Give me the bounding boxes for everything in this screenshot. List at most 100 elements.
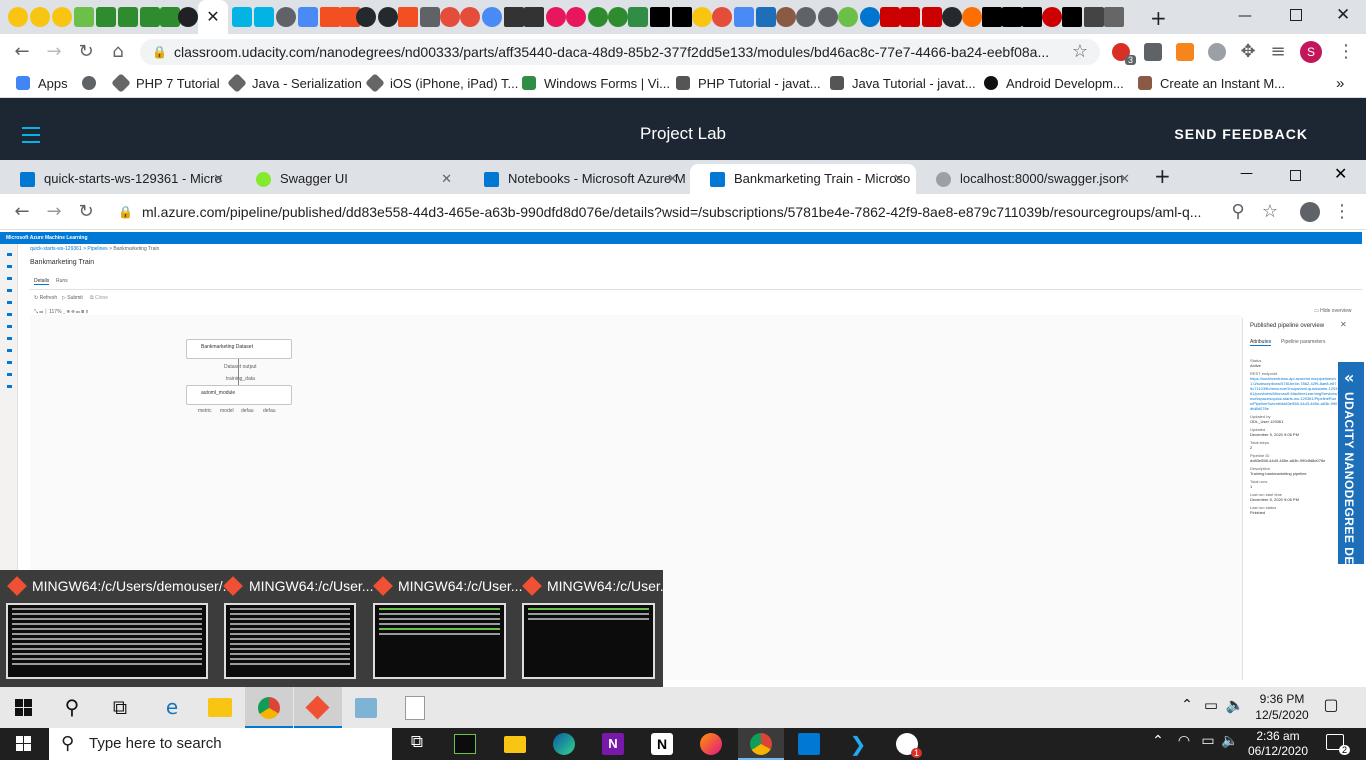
tab-icon[interactable] xyxy=(1084,7,1104,27)
git-bash-taskbar-item[interactable] xyxy=(294,687,342,728)
tab-icon[interactable] xyxy=(588,7,608,27)
nav-icon[interactable] xyxy=(7,385,12,388)
tab-attributes[interactable]: Attributes xyxy=(1250,339,1272,346)
notion-icon[interactable]: N xyxy=(651,733,673,755)
inner-tab[interactable]: Swagger UI ✕ xyxy=(236,164,464,194)
tab-icon[interactable] xyxy=(420,7,440,27)
start-icon[interactable] xyxy=(15,699,32,716)
bookmark-php7[interactable]: PHP 7 Tutorial xyxy=(111,73,220,93)
battery-icon[interactable]: ▭ xyxy=(1198,733,1218,749)
search-icon[interactable]: ⚲ xyxy=(58,695,86,719)
tab-icon[interactable] xyxy=(1062,7,1082,27)
zoom-icon[interactable]: ⚲ xyxy=(1226,200,1250,224)
tab-icon[interactable] xyxy=(628,7,648,27)
tab-icon[interactable] xyxy=(650,7,670,27)
forward-icon[interactable]: → xyxy=(42,200,66,224)
bookmark-java-tutorial[interactable]: Java Tutorial - javat... xyxy=(830,75,976,93)
tab-icon[interactable] xyxy=(524,7,544,27)
media-icon[interactable]: ≡ xyxy=(1266,40,1290,64)
refresh-button[interactable]: ↻ Refresh xyxy=(34,295,57,301)
back-icon[interactable]: ← xyxy=(10,40,34,64)
terminal-thumbnail[interactable] xyxy=(224,603,356,679)
network-icon[interactable]: ▭ xyxy=(1200,696,1222,714)
minimize-icon[interactable]: — xyxy=(1238,8,1252,24)
show-hidden-icons[interactable]: ⌃ xyxy=(1176,697,1198,713)
bookmark-java-serialization[interactable]: Java - Serialization xyxy=(227,73,362,93)
tab-icon[interactable] xyxy=(1022,7,1042,27)
google-tab-icon[interactable] xyxy=(178,7,198,27)
tab-close-icon[interactable]: ✕ xyxy=(893,164,904,194)
nav-icon[interactable] xyxy=(7,265,12,268)
tab-close-icon[interactable]: ✕ xyxy=(667,164,678,194)
notepad-icon[interactable] xyxy=(405,696,425,720)
github-tab-icon[interactable] xyxy=(378,7,398,27)
tab-icon[interactable] xyxy=(460,7,480,27)
udacity-tab-icon[interactable] xyxy=(30,7,50,27)
bookmark-star-icon[interactable]: ☆ xyxy=(1258,200,1282,224)
nav-icon[interactable] xyxy=(7,277,12,280)
remote-desktop-icon[interactable] xyxy=(798,733,820,755)
hide-overview-button[interactable]: ▭ Hide overview xyxy=(1314,308,1352,314)
clone-button[interactable]: ⧉ Clone xyxy=(90,295,108,301)
bookmark-php-tutorial[interactable]: PHP Tutorial - javat... xyxy=(676,75,821,93)
terminal-thumbnail[interactable] xyxy=(373,603,506,679)
reload-icon[interactable]: ↻ xyxy=(74,200,98,224)
back-icon[interactable]: ← xyxy=(10,200,34,224)
tab-icon[interactable] xyxy=(734,7,754,27)
nav-icon[interactable] xyxy=(7,301,12,304)
file-explorer-icon[interactable] xyxy=(208,698,232,717)
nav-icon[interactable] xyxy=(7,349,12,352)
tab-icon[interactable] xyxy=(160,7,180,27)
tab-icon[interactable] xyxy=(1002,7,1022,27)
outer-address-bar[interactable]: 🔒 classroom.udacity.com/nanodegrees/nd00… xyxy=(140,39,1100,65)
more-bookmarks-icon[interactable]: » xyxy=(1336,75,1344,93)
more-menu-icon[interactable]: ⋮ xyxy=(1330,200,1354,224)
bookmark-android[interactable]: Android Developm... xyxy=(984,75,1124,93)
onenote-icon[interactable]: N xyxy=(602,733,624,755)
terminal-thumbnail[interactable] xyxy=(522,603,655,679)
start-icon[interactable] xyxy=(16,736,32,752)
bookmark-create-instant[interactable]: Create an Instant M... xyxy=(1138,75,1285,93)
udacity-tab-icon[interactable] xyxy=(232,7,252,27)
reload-icon[interactable]: ↻ xyxy=(74,40,98,64)
nav-icon[interactable] xyxy=(7,289,12,292)
tab-icon[interactable] xyxy=(818,7,838,27)
chrome-taskbar-item[interactable] xyxy=(738,728,784,760)
tab-icon[interactable] xyxy=(74,7,94,27)
tab-icon[interactable] xyxy=(96,7,116,27)
bookmark-star-icon[interactable]: ☆ xyxy=(1068,40,1092,64)
system-clock[interactable]: 9:36 PM 12/5/2020 xyxy=(1252,691,1312,723)
new-tab-button[interactable]: + xyxy=(1154,164,1171,188)
tab-icon[interactable] xyxy=(962,7,982,27)
tab-icon[interactable] xyxy=(504,7,524,27)
bookmark-ios[interactable]: iOS (iPhone, iPad) T... xyxy=(365,73,518,93)
nav-icon[interactable] xyxy=(7,325,12,328)
tab-details[interactable]: Details xyxy=(34,278,50,285)
chrome-taskbar-item[interactable] xyxy=(245,687,293,728)
profile-avatar[interactable] xyxy=(1300,202,1320,222)
notification-icon[interactable]: 2 xyxy=(1326,734,1350,755)
udacity-demo-badge[interactable]: « UDACITY NANODEGREE DEMO xyxy=(1338,362,1364,585)
forward-icon[interactable]: → xyxy=(42,40,66,64)
puzzle-icon[interactable]: ✥ xyxy=(1236,40,1260,64)
automl-node[interactable]: automl_module xyxy=(186,385,292,405)
tab-close-icon[interactable]: ✕ xyxy=(213,164,224,194)
udacity-tab-icon[interactable] xyxy=(52,7,72,27)
inner-tab[interactable]: localhost:8000/swagger.json ✕ xyxy=(916,164,1142,194)
tab-icon[interactable] xyxy=(608,7,628,27)
tab-icon[interactable] xyxy=(546,7,566,27)
nav-icon[interactable] xyxy=(7,253,12,256)
restore-icon[interactable] xyxy=(1290,170,1301,181)
inner-address-bar[interactable]: 🔒 ml.azure.com/pipeline/published/dd83e5… xyxy=(110,200,1256,224)
active-tab-close-icon[interactable]: ✕ xyxy=(198,0,228,34)
notification-icon[interactable]: ▢ xyxy=(1320,695,1342,714)
terminal-thumbnail[interactable] xyxy=(6,603,208,679)
app-icon[interactable] xyxy=(355,698,377,718)
volume-icon[interactable]: 🔈 xyxy=(1224,696,1246,714)
task-view-icon[interactable]: ⧉ xyxy=(404,732,430,752)
close-window-icon[interactable]: ✕ xyxy=(1336,5,1350,25)
bookmark-apps[interactable]: Apps xyxy=(16,75,68,93)
firefox-icon[interactable] xyxy=(700,733,722,755)
tab-pipeline-parameters[interactable]: Pipeline parameters xyxy=(1281,339,1325,345)
github-tab-icon[interactable] xyxy=(356,7,376,27)
